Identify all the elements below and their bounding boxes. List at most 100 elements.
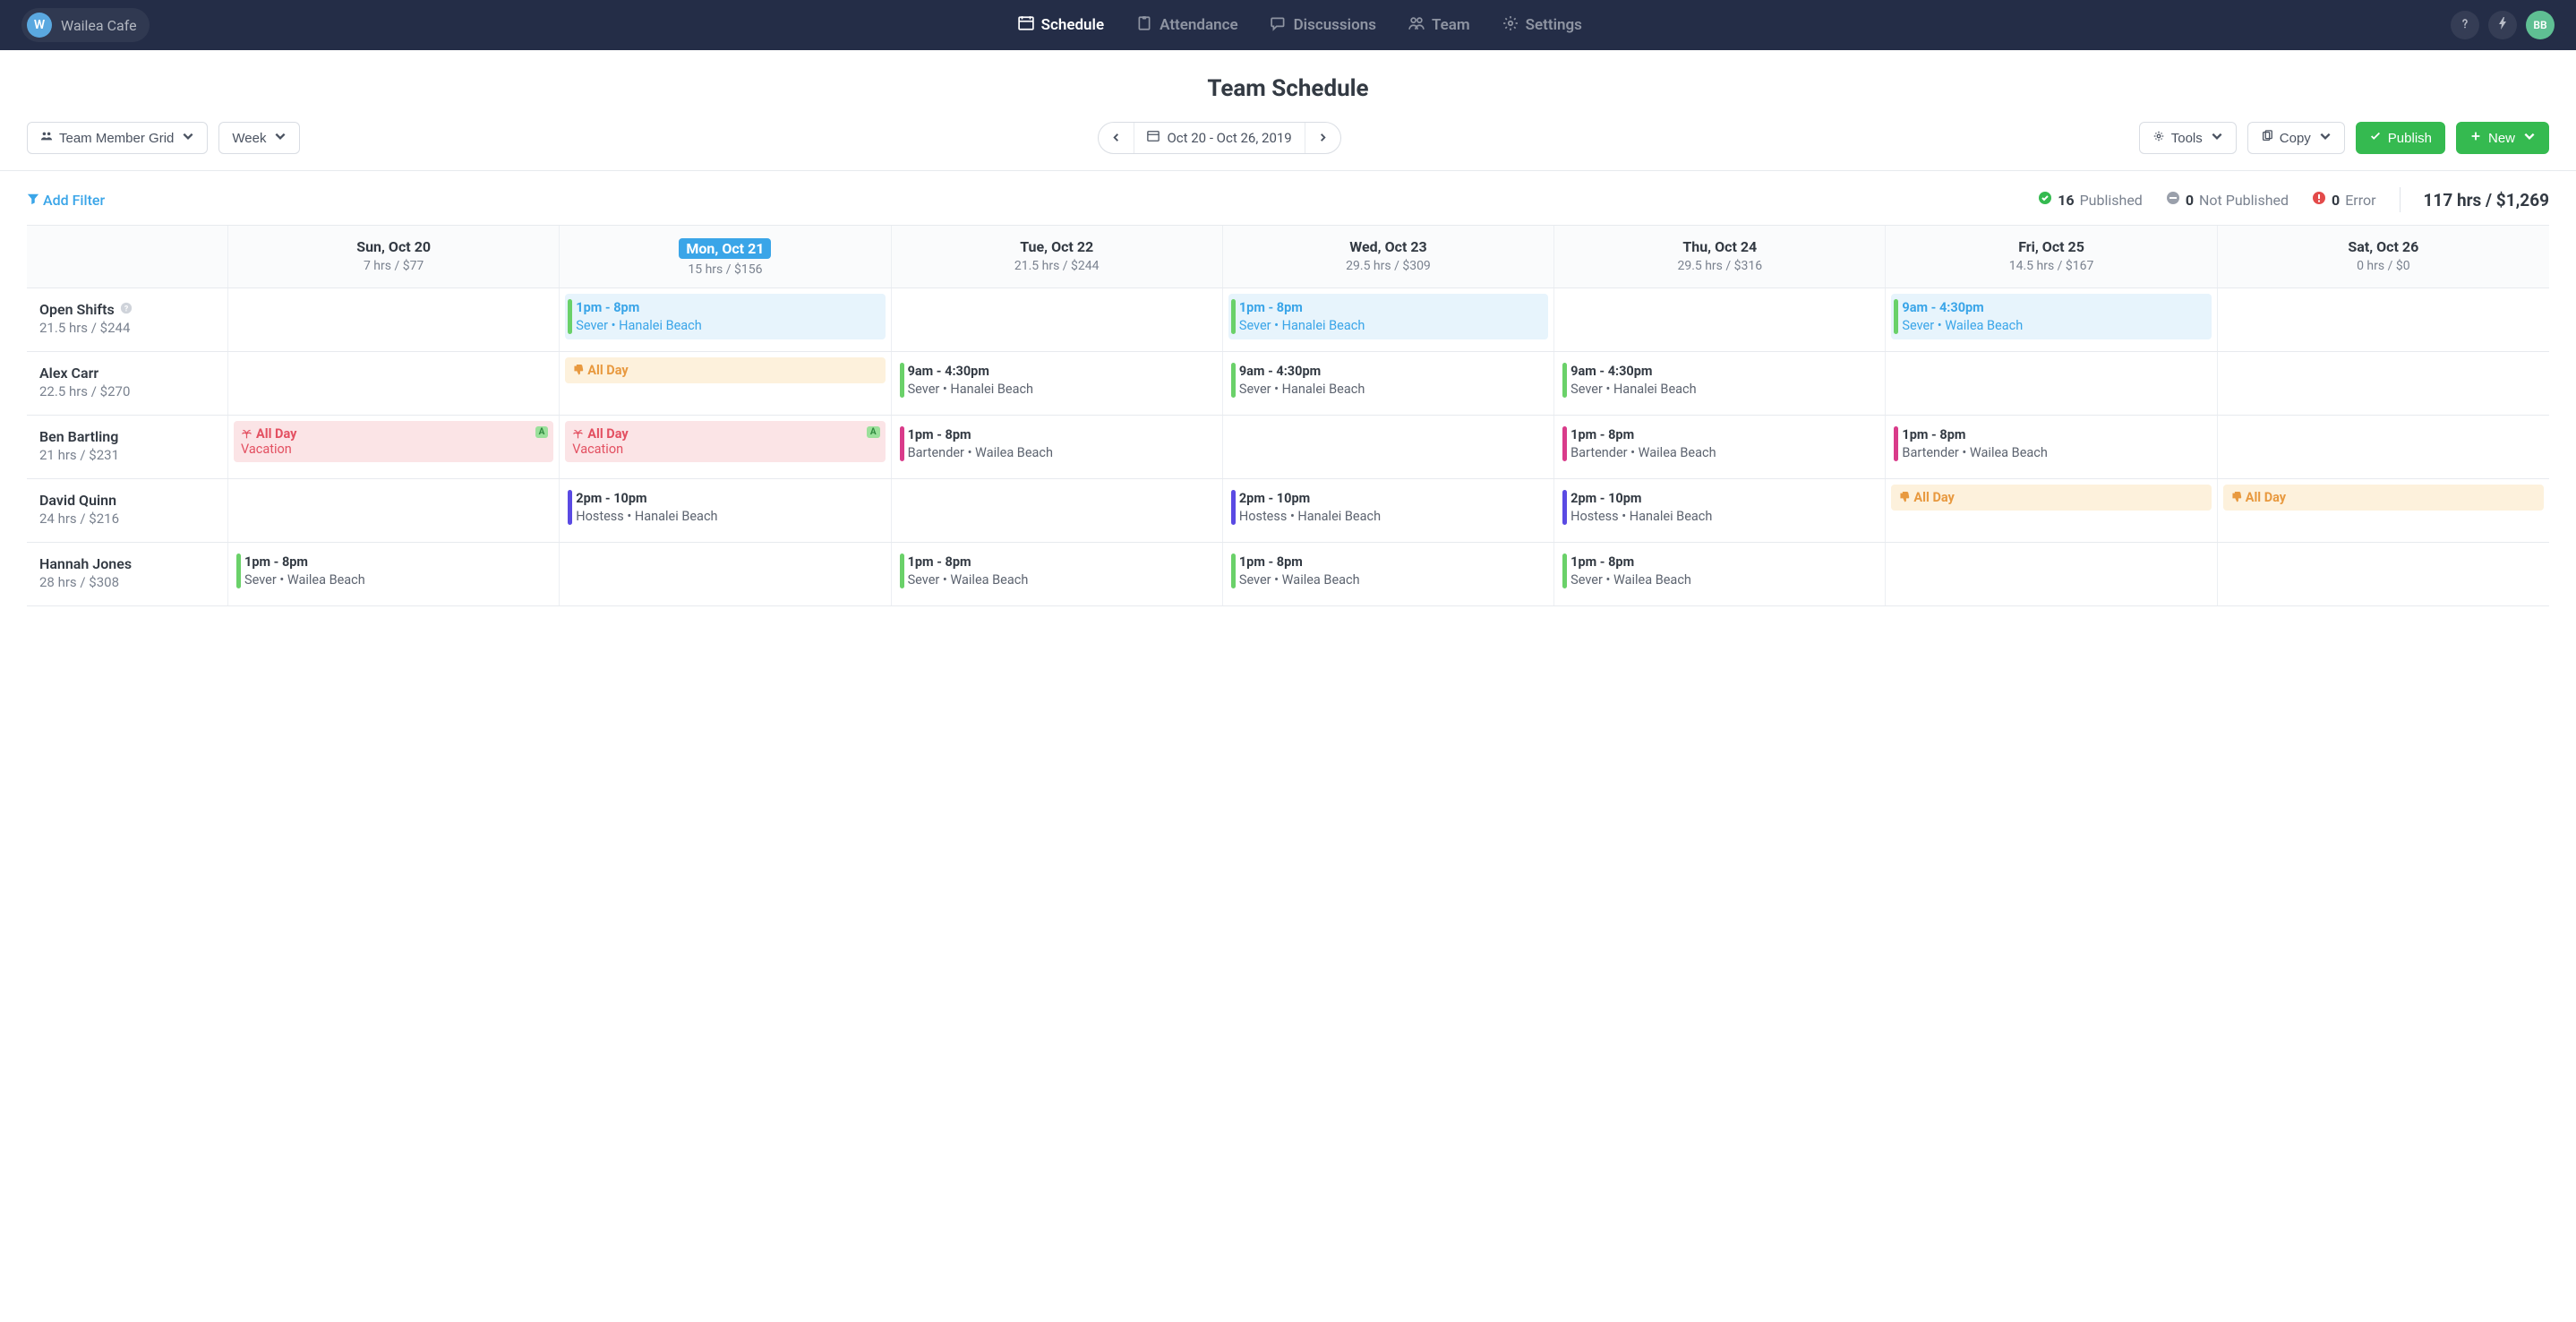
approved-badge: A xyxy=(867,426,880,438)
card-detail: Sever • Wailea Beach xyxy=(1902,317,2204,335)
day-cell[interactable] xyxy=(228,288,560,351)
vacation-card[interactable]: All DayVacationA xyxy=(234,421,553,462)
shift-card[interactable]: 1pm - 8pmBartender • Wailea Beach xyxy=(1560,421,1879,467)
nav-schedule[interactable]: Schedule xyxy=(1018,15,1105,36)
open-shift-card[interactable]: 9am - 4:30pmSever • Wailea Beach xyxy=(1891,294,2211,339)
day-cell[interactable] xyxy=(2218,288,2549,351)
error-label: Error xyxy=(2345,192,2375,209)
period-selector[interactable]: Week xyxy=(218,122,300,154)
copy-button[interactable]: Copy xyxy=(2247,122,2345,154)
nav-attendance[interactable]: Attendance xyxy=(1136,15,1237,36)
row-label-cell[interactable]: Hannah Jones28 hrs / $308 xyxy=(27,543,228,605)
day-cell[interactable] xyxy=(2218,543,2549,605)
day-cell[interactable] xyxy=(228,352,560,415)
day-cell[interactable]: 2pm - 10pmHostess • Hanalei Beach xyxy=(1554,479,1886,542)
day-cell[interactable] xyxy=(228,479,560,542)
time-off-card[interactable]: All Day xyxy=(2223,485,2544,511)
prev-week-button[interactable] xyxy=(1099,123,1134,153)
day-cell[interactable]: 1pm - 8pmSever • Hanalei Beach xyxy=(560,288,891,351)
day-cell[interactable]: 1pm - 8pmSever • Hanalei Beach xyxy=(1223,288,1554,351)
day-cell[interactable]: All DayVacationA xyxy=(560,416,891,478)
row-label-cell[interactable]: Alex Carr22.5 hrs / $270 xyxy=(27,352,228,415)
day-cell[interactable]: 9am - 4:30pmSever • Hanalei Beach xyxy=(1223,352,1554,415)
day-cell[interactable]: 9am - 4:30pmSever • Hanalei Beach xyxy=(1554,352,1886,415)
shift-card[interactable]: 1pm - 8pmBartender • Wailea Beach xyxy=(1891,421,2211,467)
help-icon[interactable]: ? xyxy=(120,302,133,318)
shift-card[interactable]: 1pm - 8pmBartender • Wailea Beach xyxy=(897,421,1217,467)
tools-button[interactable]: Tools xyxy=(2139,122,2237,154)
day-cell[interactable] xyxy=(1886,352,2217,415)
day-cell[interactable]: 1pm - 8pmSever • Wailea Beach xyxy=(1554,543,1886,605)
day-cell[interactable] xyxy=(1554,288,1886,351)
day-cell[interactable] xyxy=(2218,352,2549,415)
day-cell[interactable]: 2pm - 10pmHostess • Hanalei Beach xyxy=(1223,479,1554,542)
org-switcher[interactable]: W Wailea Cafe xyxy=(21,8,150,42)
published-stat: 16 Published xyxy=(2038,191,2143,209)
user-avatar[interactable]: BB xyxy=(2526,11,2555,39)
row-label-cell[interactable]: Open Shifts?21.5 hrs / $244 xyxy=(27,288,228,351)
new-button[interactable]: New xyxy=(2456,122,2549,154)
shift-card[interactable]: 2pm - 10pmHostess • Hanalei Beach xyxy=(1228,485,1548,530)
day-header[interactable]: Thu, Oct 2429.5 hrs / $316 xyxy=(1554,226,1886,288)
day-cell[interactable] xyxy=(1223,416,1554,478)
day-cell[interactable]: All DayVacationA xyxy=(228,416,560,478)
day-cell[interactable]: 1pm - 8pmSever • Wailea Beach xyxy=(1223,543,1554,605)
view-mode-selector[interactable]: Team Member Grid xyxy=(27,122,208,154)
time-off-card[interactable]: All Day xyxy=(1891,485,2211,511)
day-cell[interactable]: 1pm - 8pmSever • Wailea Beach xyxy=(228,543,560,605)
date-range-button[interactable]: Oct 20 - Oct 26, 2019 xyxy=(1134,123,1305,153)
card-time: 9am - 4:30pm xyxy=(1239,363,1541,381)
stats: 16 Published 0 Not Published 0 Error 117… xyxy=(2038,187,2549,212)
publish-label: Publish xyxy=(2388,131,2432,146)
day-cell[interactable] xyxy=(560,543,891,605)
day-cell[interactable]: 9am - 4:30pmSever • Hanalei Beach xyxy=(892,352,1223,415)
day-cell[interactable]: 1pm - 8pmBartender • Wailea Beach xyxy=(1886,416,2217,478)
shift-card[interactable]: 9am - 4:30pmSever • Hanalei Beach xyxy=(1560,357,1879,403)
nav-settings[interactable]: Settings xyxy=(1502,15,1582,36)
next-week-button[interactable] xyxy=(1305,123,1340,153)
shift-card[interactable]: 9am - 4:30pmSever • Hanalei Beach xyxy=(897,357,1217,403)
day-header[interactable]: Fri, Oct 2514.5 hrs / $167 xyxy=(1886,226,2217,288)
help-button[interactable] xyxy=(2451,11,2479,39)
day-cell[interactable]: 1pm - 8pmBartender • Wailea Beach xyxy=(1554,416,1886,478)
thumbs-down-icon xyxy=(572,365,584,376)
nav-team[interactable]: Team xyxy=(1408,15,1470,36)
day-cell[interactable]: 1pm - 8pmSever • Wailea Beach xyxy=(892,543,1223,605)
add-filter-button[interactable]: Add Filter xyxy=(27,192,105,209)
shift-card[interactable]: 1pm - 8pmSever • Wailea Beach xyxy=(234,548,553,594)
row-label-cell[interactable]: David Quinn24 hrs / $216 xyxy=(27,479,228,542)
day-cell[interactable] xyxy=(892,479,1223,542)
shift-card[interactable]: 2pm - 10pmHostess • Hanalei Beach xyxy=(565,485,885,530)
day-cell[interactable]: All Day xyxy=(2218,479,2549,542)
shift-card[interactable]: 2pm - 10pmHostess • Hanalei Beach xyxy=(1560,485,1879,530)
day-cell[interactable]: 9am - 4:30pmSever • Wailea Beach xyxy=(1886,288,2217,351)
day-header[interactable]: Sat, Oct 260 hrs / $0 xyxy=(2218,226,2549,288)
day-cell[interactable] xyxy=(1886,543,2217,605)
day-cell[interactable] xyxy=(892,288,1223,351)
day-stat: 0 hrs / $0 xyxy=(2223,259,2544,273)
shift-card[interactable]: 1pm - 8pmSever • Wailea Beach xyxy=(1560,548,1879,594)
row-label-cell[interactable]: Ben Bartling21 hrs / $231 xyxy=(27,416,228,478)
day-header[interactable]: Mon, Oct 2115 hrs / $156 xyxy=(560,226,891,288)
card-detail: Sever • Hanalei Beach xyxy=(576,317,877,335)
vacation-card[interactable]: All DayVacationA xyxy=(565,421,885,462)
day-cell[interactable]: All Day xyxy=(560,352,891,415)
day-header[interactable]: Tue, Oct 2221.5 hrs / $244 xyxy=(892,226,1223,288)
day-cell[interactable]: 1pm - 8pmBartender • Wailea Beach xyxy=(892,416,1223,478)
day-cell[interactable]: All Day xyxy=(1886,479,2217,542)
shift-card[interactable]: 1pm - 8pmSever • Wailea Beach xyxy=(897,548,1217,594)
shift-card[interactable]: 9am - 4:30pmSever • Hanalei Beach xyxy=(1228,357,1548,403)
shift-card[interactable]: 1pm - 8pmSever • Wailea Beach xyxy=(1228,548,1548,594)
view-mode-label: Team Member Grid xyxy=(59,131,174,146)
day-cell[interactable]: 2pm - 10pmHostess • Hanalei Beach xyxy=(560,479,891,542)
card-detail: Sever • Wailea Beach xyxy=(1239,571,1541,589)
nav-discussions[interactable]: Discussions xyxy=(1271,15,1376,36)
publish-button[interactable]: Publish xyxy=(2356,122,2445,154)
time-off-card[interactable]: All Day xyxy=(565,357,885,383)
open-shift-card[interactable]: 1pm - 8pmSever • Hanalei Beach xyxy=(565,294,885,339)
day-cell[interactable] xyxy=(2218,416,2549,478)
open-shift-card[interactable]: 1pm - 8pmSever • Hanalei Beach xyxy=(1228,294,1548,339)
day-header[interactable]: Sun, Oct 207 hrs / $77 xyxy=(228,226,560,288)
bolt-button[interactable] xyxy=(2488,11,2517,39)
day-header[interactable]: Wed, Oct 2329.5 hrs / $309 xyxy=(1223,226,1554,288)
